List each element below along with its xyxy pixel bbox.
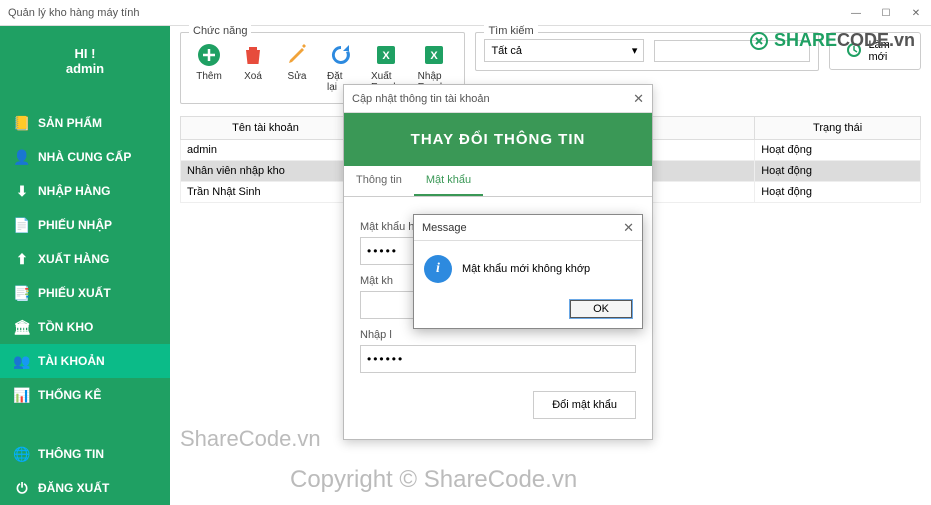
maximize-icon[interactable]: ☐ — [871, 0, 901, 26]
sidebar-item-export-receipt[interactable]: 📑PHIẾU XUẤT — [0, 276, 170, 310]
excel-import-icon: X — [420, 41, 448, 69]
download-icon: ⬇ — [14, 183, 30, 199]
person-icon: 👤 — [14, 149, 30, 165]
watermark: ShareCode.vn — [180, 426, 321, 452]
sharecode-logo: SHARECODE.vn — [749, 30, 915, 51]
username: admin — [0, 61, 170, 76]
sidebar-item-import[interactable]: ⬇NHẬP HÀNG — [0, 174, 170, 208]
excel-export-icon: X — [372, 41, 400, 69]
sidebar-item-products[interactable]: 📒SẢN PHẨM — [0, 106, 170, 140]
dialog-close-icon[interactable]: ✕ — [633, 91, 644, 107]
sidebar-item-suppliers[interactable]: 👤NHÀ CUNG CẤP — [0, 140, 170, 174]
box-icon: 📒 — [14, 115, 30, 131]
upload-icon: ⬆ — [14, 251, 30, 267]
plus-circle-icon — [195, 41, 223, 69]
sidebar-item-accounts[interactable]: 👥TÀI KHOẢN — [0, 344, 170, 378]
search-label: Tìm kiếm — [484, 25, 537, 37]
ok-button[interactable]: OK — [570, 300, 632, 318]
sidebar: HI ! admin 📒SẢN PHẨM 👤NHÀ CUNG CẤP ⬇NHẬP… — [0, 26, 170, 505]
message-dialog: Message ✕ i Mật khẩu mới không khớp OK — [413, 214, 643, 329]
repeat-password-label: Nhập l — [360, 329, 636, 341]
window-title: Quản lý kho hàng máy tính — [8, 7, 139, 19]
tab-info[interactable]: Thông tin — [344, 166, 414, 196]
dialog-title: Cập nhật thông tin tài khoản — [352, 93, 490, 105]
delete-button[interactable]: Xoá — [233, 39, 273, 95]
power-icon: ⏻ — [14, 480, 30, 496]
change-password-button[interactable]: Đổi mật khẩu — [533, 391, 636, 419]
repeat-password-input[interactable] — [360, 345, 636, 373]
filter-combo[interactable]: Tất cả ▾ — [484, 39, 644, 62]
sidebar-item-import-receipt[interactable]: 📄PHIẾU NHẬP — [0, 208, 170, 242]
message-close-icon[interactable]: ✕ — [623, 220, 634, 236]
warehouse-icon: 🏛 — [14, 319, 30, 335]
tab-password[interactable]: Mật khẩu — [414, 166, 483, 196]
toolbar-label: Chức năng — [189, 25, 251, 37]
sidebar-item-stats[interactable]: 📊THỐNG KÊ — [0, 378, 170, 412]
svg-text:X: X — [430, 50, 438, 62]
trash-icon — [239, 41, 267, 69]
minimize-icon[interactable]: — — [841, 0, 871, 26]
reload-icon — [327, 41, 355, 69]
doc-icon: 📄 — [14, 217, 30, 233]
docs-icon: 📑 — [14, 285, 30, 301]
sidebar-item-info[interactable]: 🌐THÔNG TIN — [0, 437, 170, 471]
globe-icon: 🌐 — [14, 446, 30, 462]
message-text: Mật khẩu mới không khớp — [462, 263, 590, 275]
col-name: Tên tài khoản — [181, 117, 351, 140]
info-icon: i — [424, 255, 452, 283]
dialog-banner: THAY ĐỔI THÔNG TIN — [344, 113, 652, 166]
greeting: HI ! — [0, 46, 170, 61]
window-titlebar: Quản lý kho hàng máy tính — ☐ ✕ — [0, 0, 931, 26]
users-icon: 👥 — [14, 353, 30, 369]
svg-text:X: X — [383, 50, 391, 62]
sidebar-item-logout[interactable]: ⏻ĐĂNG XUẤT — [0, 471, 170, 505]
pencil-icon — [283, 41, 311, 69]
chevron-down-icon: ▾ — [632, 44, 638, 57]
chart-icon: 📊 — [14, 387, 30, 403]
close-icon[interactable]: ✕ — [901, 0, 931, 26]
copyright: Copyright © ShareCode.vn — [290, 466, 577, 494]
sidebar-item-inventory[interactable]: 🏛TỒN KHO — [0, 310, 170, 344]
col-status: Trạng thái — [755, 117, 921, 140]
add-button[interactable]: Thêm — [189, 39, 229, 95]
sidebar-item-export[interactable]: ⬆XUẤT HÀNG — [0, 242, 170, 276]
message-title: Message — [422, 222, 467, 234]
edit-button[interactable]: Sửa — [277, 39, 317, 95]
